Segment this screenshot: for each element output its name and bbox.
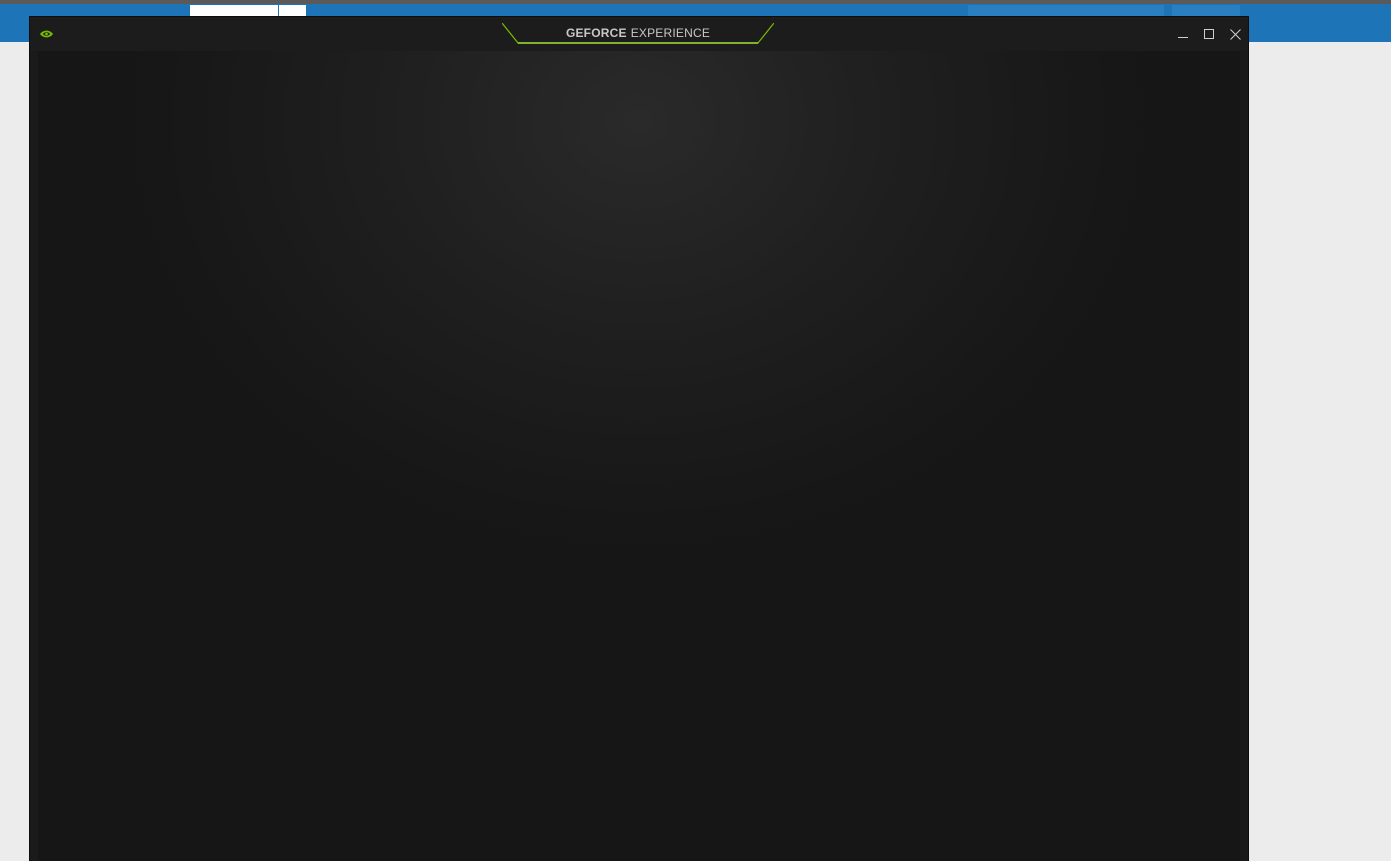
background-top-strip <box>0 0 1391 4</box>
brand-geforce: GEFORCE <box>565 26 627 40</box>
close-button[interactable] <box>1222 17 1248 51</box>
maximize-icon <box>1204 29 1214 39</box>
brand-title: GEFORCE EXPERIENCE <box>502 23 774 47</box>
window-controls <box>1170 17 1248 51</box>
geforce-experience-window: GEFORCE EXPERIENCE <box>30 17 1248 861</box>
close-icon <box>1229 28 1241 40</box>
nvidia-eye-icon <box>39 27 54 39</box>
brand-experience: EXPERIENCE <box>630 26 711 40</box>
right-edge <box>1240 51 1248 861</box>
title-bar[interactable]: GEFORCE EXPERIENCE <box>30 17 1248 51</box>
minimize-button[interactable] <box>1170 17 1196 51</box>
loading-content-area <box>30 51 1248 861</box>
maximize-button[interactable] <box>1196 17 1222 51</box>
left-edge <box>30 51 38 861</box>
minimize-icon <box>1178 37 1188 38</box>
